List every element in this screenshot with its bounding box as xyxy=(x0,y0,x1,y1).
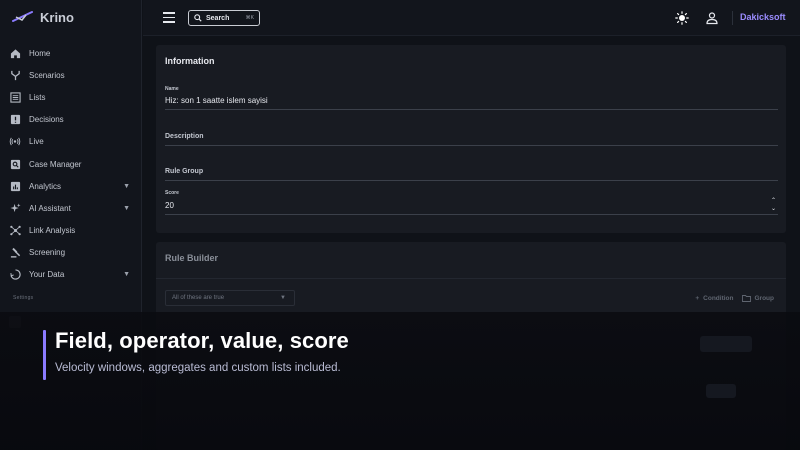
sun-icon[interactable] xyxy=(675,11,689,25)
rule-builder-title: Rule Builder xyxy=(165,253,219,263)
sidebar-item-link-analysis[interactable]: Link Analysis xyxy=(0,220,142,242)
sidebar-item-label: Live xyxy=(29,137,44,147)
sidebar-item-screening[interactable]: Screening xyxy=(0,242,142,264)
sidebar-item-decisions[interactable]: Decisions xyxy=(0,109,142,131)
chevron-down-icon[interactable]: ▼ xyxy=(123,271,130,278)
chevron-down-icon[interactable]: ⌄ xyxy=(771,206,776,213)
add-group-button[interactable]: Group xyxy=(741,295,775,302)
network-icon xyxy=(9,225,21,237)
score-value[interactable]: 20 xyxy=(165,201,174,210)
score-label: Score xyxy=(165,190,179,196)
match-type-select[interactable]: All of these are true ▼ xyxy=(165,290,295,306)
branch-icon xyxy=(9,69,21,81)
list-icon xyxy=(9,91,21,103)
name-label: Name xyxy=(165,86,179,92)
chevron-up-icon[interactable]: ⌃ xyxy=(771,198,776,205)
home-icon xyxy=(9,47,21,59)
user-icon[interactable] xyxy=(705,11,719,25)
topbar-divider xyxy=(732,11,733,25)
add-group-label: Group xyxy=(754,295,775,302)
gavel-icon xyxy=(9,247,21,259)
decision-icon xyxy=(9,114,21,126)
sidebar-item-scenarios[interactable]: Scenarios xyxy=(0,64,142,86)
data-icon xyxy=(9,269,21,281)
sidebar-item-label: Screening xyxy=(29,248,66,258)
rule-group-field[interactable]: Rule Group xyxy=(165,166,778,181)
add-condition-label: Condition xyxy=(703,295,734,302)
logo[interactable]: Krino xyxy=(12,9,74,25)
score-field[interactable]: Score 20 ⌃ ⌄ xyxy=(165,190,778,215)
chevron-down-icon[interactable]: ▼ xyxy=(123,205,130,212)
sidebar-item-label: Lists xyxy=(29,92,46,102)
sidebar-item-label: Analytics xyxy=(29,181,62,191)
caption-accent-bar xyxy=(43,330,46,380)
description-field[interactable]: Description xyxy=(165,131,778,146)
search-button[interactable]: Search ⌘K xyxy=(188,10,260,26)
information-title: Information xyxy=(165,56,215,66)
information-card: Information Name Hiz: son 1 saatte islem… xyxy=(156,45,786,233)
case-icon xyxy=(9,158,21,170)
analytics-icon xyxy=(9,180,21,192)
org-name[interactable]: Dakicksoft xyxy=(740,12,786,22)
sidebar-section-label: Settings xyxy=(13,295,34,301)
chevron-down-icon[interactable]: ▼ xyxy=(123,183,130,190)
folder-plus-icon xyxy=(741,295,751,302)
ghost-element xyxy=(700,336,752,352)
description-label: Description xyxy=(165,133,204,140)
sidebar-item-label: Link Analysis xyxy=(29,226,76,236)
name-value[interactable]: Hiz: son 1 saatte islem sayisi xyxy=(165,96,268,105)
name-field[interactable]: Name Hiz: son 1 saatte islem sayisi xyxy=(165,86,778,110)
caption-title: Field, operator, value, score xyxy=(55,328,349,353)
broadcast-icon xyxy=(9,136,21,148)
sidebar-item-lists[interactable]: Lists xyxy=(0,86,142,108)
sidebar-item-case-manager[interactable]: Case Manager xyxy=(0,153,142,175)
sidebar-item-label: Decisions xyxy=(29,115,64,125)
divider xyxy=(156,278,786,279)
app-name: Krino xyxy=(40,9,74,25)
sidebar-item-label: Case Manager xyxy=(29,159,82,169)
sidebar-item-label: Home xyxy=(29,48,51,58)
sidebar-item-analytics[interactable]: Analytics ▼ xyxy=(0,175,142,197)
sidebar-item-ai-assistant[interactable]: AI Assistant ▼ xyxy=(0,197,142,219)
score-stepper[interactable]: ⌃ ⌄ xyxy=(771,198,776,213)
sidebar-item-label: AI Assistant xyxy=(29,203,71,213)
plus-icon: + xyxy=(695,295,700,302)
search-shortcut: ⌘K xyxy=(245,15,254,21)
match-type-value: All of these are true xyxy=(172,295,225,301)
sidebar-item-your-data[interactable]: Your Data ▼ xyxy=(0,264,142,286)
rule-group-label: Rule Group xyxy=(165,168,204,175)
search-label: Search xyxy=(206,14,230,22)
logo-icon xyxy=(12,11,33,22)
search-icon xyxy=(194,14,202,22)
menu-icon[interactable] xyxy=(163,12,175,23)
sidebar-item-label: Scenarios xyxy=(29,70,65,80)
ghost-element xyxy=(706,384,736,398)
topbar: Search ⌘K Dakicksoft xyxy=(143,0,800,36)
rule-builder-actions: + Condition Group xyxy=(695,295,774,302)
sidebar-item-label: Your Data xyxy=(29,270,65,280)
sidebar-item-live[interactable]: Live xyxy=(0,131,142,153)
caption-subtitle: Velocity windows, aggregates and custom … xyxy=(55,362,341,374)
sparkle-icon xyxy=(9,202,21,214)
sidebar-item-home[interactable]: Home xyxy=(0,42,142,64)
chevron-down-icon: ▼ xyxy=(280,295,286,301)
sidebar-nav: Home Scenarios Lists Decisions Live Case… xyxy=(0,42,142,286)
add-condition-button[interactable]: + Condition xyxy=(695,295,733,302)
